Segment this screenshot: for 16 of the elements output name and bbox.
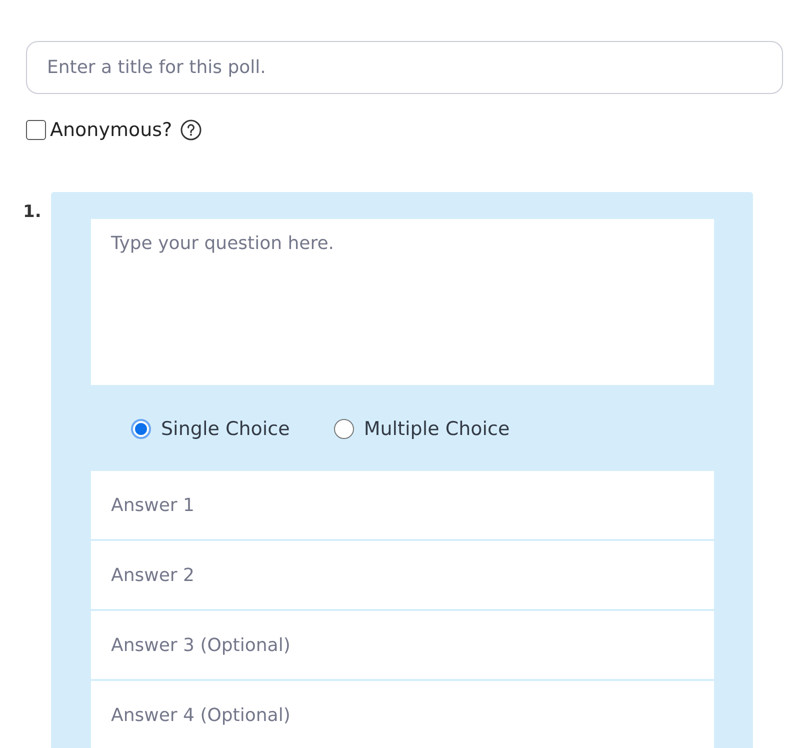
radio-icon[interactable] [334,418,354,438]
answer-field[interactable]: Answer 2 [91,541,714,609]
choice-type-label: Single Choice [161,418,290,440]
poll-title-field[interactable]: Enter a title for this poll. [26,41,783,94]
answer-field[interactable]: Answer 1 [91,471,714,539]
radio-icon[interactable] [131,418,151,438]
answer-field[interactable]: Answer 3 (Optional) [91,611,714,679]
choice-type-radio[interactable]: Single Choice [131,415,290,442]
anonymous-label: Anonymous? [50,119,172,141]
help-icon[interactable] [180,119,202,141]
choice-type-label: Multiple Choice [364,418,510,440]
anonymous-checkbox[interactable] [26,120,46,140]
question-field[interactable]: Type your question here. [91,219,714,385]
question-number: 1. [23,201,42,224]
answer-field[interactable]: Answer 4 (Optional) [91,681,714,748]
choice-type-radio[interactable]: Multiple Choice [334,415,510,442]
